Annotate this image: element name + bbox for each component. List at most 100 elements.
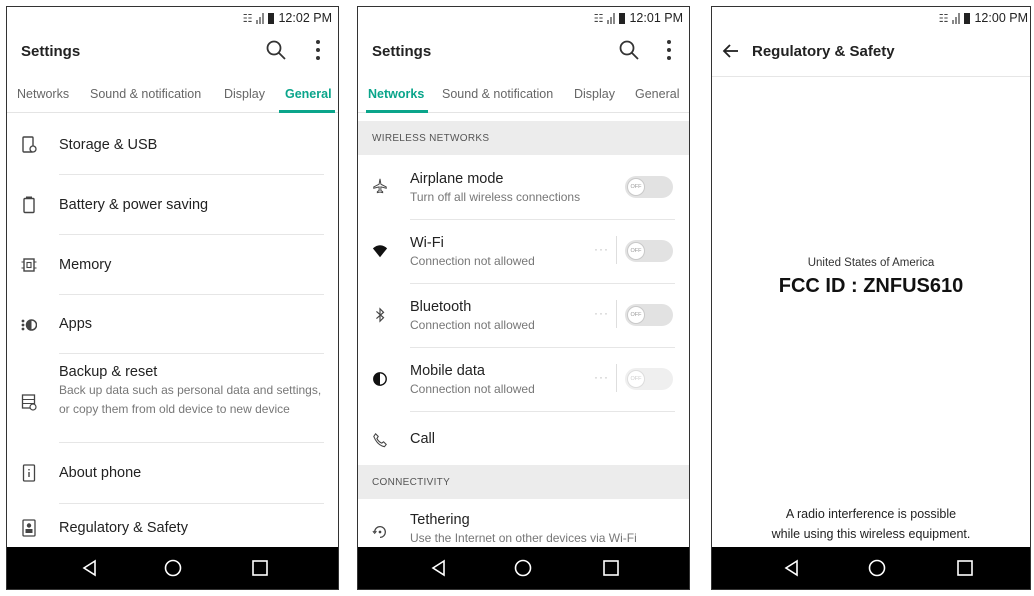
list-item-wifi[interactable]: Wi-Fi Connection not allowed ··· OFF	[358, 220, 689, 283]
back-arrow-icon[interactable]	[722, 42, 740, 60]
bluetooth-toggle[interactable]: OFF	[625, 304, 673, 326]
apps-icon	[21, 319, 37, 331]
tab-networks[interactable]: Networks	[368, 87, 424, 101]
app-bar: Settings	[358, 29, 689, 77]
list-item-apps[interactable]: Apps	[7, 295, 338, 353]
item-label: Call	[410, 431, 435, 447]
tab-networks[interactable]: Networks	[17, 87, 69, 101]
tab-sound-notification[interactable]: Sound & notification	[442, 87, 553, 101]
recents-nav-icon[interactable]	[250, 558, 270, 578]
call-icon	[373, 432, 387, 448]
list-item-storage-usb[interactable]: Storage & USB	[7, 114, 338, 174]
item-description: Use the Internet on other devices via Wi…	[410, 531, 637, 545]
status-time: 12:01 PM	[629, 11, 683, 25]
status-bar: ☷ 12:00 PM	[712, 7, 1030, 29]
status-bar: ☷ 12:02 PM	[7, 7, 338, 29]
tethering-icon	[372, 526, 386, 538]
list-item-backup-reset[interactable]: Backup & reset Back up data such as pers…	[7, 354, 338, 442]
item-label: Wi-Fi	[410, 235, 444, 251]
home-nav-icon[interactable]	[163, 558, 183, 578]
list-item-bluetooth[interactable]: Bluetooth Connection not allowed ··· OFF	[358, 284, 689, 347]
status-bar: ☷ 12:01 PM	[358, 7, 689, 29]
tab-general[interactable]: General	[635, 87, 679, 101]
search-icon[interactable]	[618, 39, 640, 61]
info-icon	[22, 464, 36, 482]
bluetooth-icon	[376, 307, 385, 323]
tab-general[interactable]: General	[285, 87, 332, 101]
tab-display[interactable]: Display	[224, 87, 265, 101]
navigation-bar	[358, 547, 689, 589]
memory-chip-icon	[21, 258, 37, 272]
more-dots-icon[interactable]: ···	[594, 242, 609, 256]
status-time: 12:00 PM	[974, 11, 1028, 25]
toggle-state: OFF	[627, 370, 645, 388]
signal-icon	[952, 12, 961, 24]
item-label: Regulatory & Safety	[59, 520, 188, 536]
page-title: Regulatory & Safety	[752, 43, 895, 60]
home-nav-icon[interactable]	[513, 558, 533, 578]
section-header-wireless: WIRELESS NETWORKS	[358, 121, 689, 155]
more-dots-icon[interactable]: ···	[594, 306, 609, 320]
signal-icon	[607, 12, 616, 24]
list-item-mobile-data[interactable]: Mobile data Connection not allowed ··· O…	[358, 348, 689, 411]
wifi-toggle[interactable]: OFF	[625, 240, 673, 262]
item-label: Storage & USB	[59, 137, 158, 153]
regulatory-icon	[22, 519, 36, 537]
recents-nav-icon[interactable]	[601, 558, 621, 578]
notification-icon: ☷	[938, 12, 949, 25]
toggle-state: OFF	[627, 178, 645, 196]
toggle-state: OFF	[627, 306, 645, 324]
item-label: Apps	[59, 316, 93, 332]
tab-display[interactable]: Display	[574, 87, 615, 101]
item-description: Turn off all wireless connections	[410, 190, 581, 204]
more-dots-icon[interactable]: ···	[594, 370, 609, 384]
notification-icon: ☷	[593, 12, 604, 25]
app-bar: Settings	[7, 29, 338, 77]
item-label: Mobile data	[410, 363, 485, 379]
recents-nav-icon[interactable]	[955, 558, 975, 578]
back-nav-icon[interactable]	[429, 558, 449, 578]
list-item-tethering[interactable]: Tethering Use the Internet on other devi…	[358, 499, 689, 549]
fcc-id: FCC ID : ZNFUS610	[778, 275, 964, 297]
navigation-bar	[712, 547, 1030, 589]
item-description: Back up data such as personal data and s…	[59, 383, 322, 416]
section-header-connectivity: CONNECTIVITY	[358, 465, 689, 499]
item-label: About phone	[59, 465, 142, 481]
airplane-mode-toggle[interactable]: OFF	[625, 176, 673, 198]
phone-screen-regulatory-safety: ☷ 12:00 PM Regulatory & Safety United St…	[711, 6, 1031, 590]
more-options-icon[interactable]	[314, 38, 322, 62]
warning-text-line-1: A radio interference is possible	[785, 507, 957, 521]
active-tab-indicator	[366, 110, 428, 113]
back-nav-icon[interactable]	[80, 558, 100, 578]
item-label: Backup & reset	[59, 364, 158, 380]
toggle-state: OFF	[627, 242, 645, 260]
list-item-airplane-mode[interactable]: Airplane mode Turn off all wireless conn…	[358, 155, 689, 219]
list-item-memory[interactable]: Memory	[7, 235, 338, 295]
country-label: United States of America	[807, 257, 935, 269]
list-item-about-phone[interactable]: About phone	[7, 443, 338, 503]
list-item-regulatory-safety[interactable]: Regulatory & Safety	[7, 504, 338, 549]
item-label: Memory	[59, 257, 112, 273]
notification-icon: ☷	[242, 12, 253, 25]
home-nav-icon[interactable]	[867, 558, 887, 578]
separator	[616, 300, 617, 328]
mobile-data-toggle[interactable]: OFF	[625, 368, 673, 390]
search-icon[interactable]	[265, 39, 287, 61]
battery-status-icon	[619, 12, 626, 24]
page-title: Settings	[372, 43, 432, 60]
settings-tabs: Networks Sound & notification Display Ge…	[358, 77, 689, 113]
mobile-data-icon	[373, 372, 387, 386]
list-item-battery-power-saving[interactable]: Battery & power saving	[7, 175, 338, 235]
tab-sound-notification[interactable]: Sound & notification	[90, 87, 201, 101]
battery-icon	[23, 196, 35, 214]
phone-screen-network-settings: ☷ 12:01 PM Settings Networks Sound & not…	[357, 6, 690, 590]
item-description: Connection not allowed	[410, 254, 535, 268]
phone-screen-general-settings: ☷ 12:02 PM Settings Networks Sound & not…	[6, 6, 339, 590]
battery-status-icon	[964, 12, 971, 24]
more-options-icon[interactable]	[665, 38, 673, 62]
list-item-call[interactable]: Call	[358, 412, 689, 464]
warning-text-line-2: while using this wireless equipment.	[771, 527, 971, 541]
settings-tabs: Networks Sound & notification Display Ge…	[7, 77, 338, 113]
back-nav-icon[interactable]	[782, 558, 802, 578]
backup-icon	[21, 394, 37, 411]
